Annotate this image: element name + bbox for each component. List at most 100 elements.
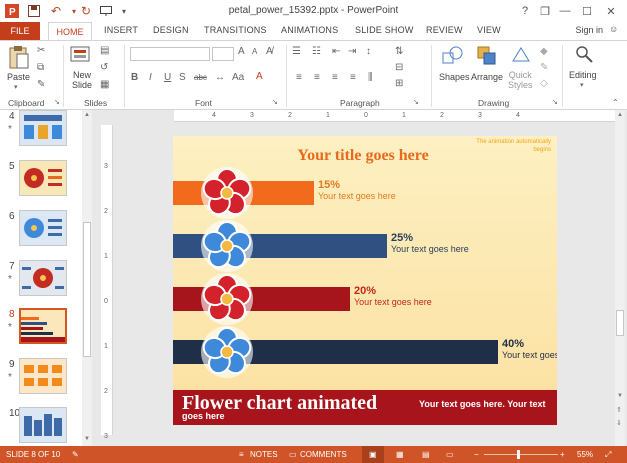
zoom-out-button[interactable]: − <box>474 450 479 459</box>
scroll-down-icon[interactable]: ▼ <box>617 393 623 399</box>
fit-slide-icon[interactable]: ⤢ <box>605 450 611 460</box>
tab-insert[interactable]: INSERT <box>104 25 138 35</box>
bold-button[interactable]: B <box>131 72 138 83</box>
chart-description[interactable]: Your text goes here <box>391 244 471 254</box>
zoom-level[interactable]: 55% <box>577 450 593 459</box>
help-button[interactable]: ? <box>516 3 534 19</box>
chart-percentage[interactable]: 40% <box>502 338 524 350</box>
italic-button[interactable]: I <box>149 72 152 83</box>
scroll-up-icon[interactable]: ▲ <box>84 112 90 118</box>
decrease-indent-icon[interactable]: ⇤ <box>332 46 340 57</box>
clear-formatting-icon[interactable]: A̸ <box>266 46 273 57</box>
tab-file[interactable]: FILE <box>0 22 40 41</box>
numbering-icon[interactable]: ☷ <box>312 46 321 57</box>
font-size-box[interactable] <box>212 47 234 61</box>
chart-description[interactable]: Your text goes here <box>318 191 398 201</box>
strikethrough-button[interactable]: abc <box>194 73 207 82</box>
smartart-icon[interactable]: ⊞ <box>395 78 403 89</box>
align-text-icon[interactable]: ⊟ <box>395 62 403 73</box>
thumbnail-slide-4[interactable]: 4 * <box>0 110 80 156</box>
tab-home[interactable]: HOME <box>48 22 92 42</box>
maximize-button[interactable]: ☐ <box>578 3 596 19</box>
chart-percentage[interactable]: 25% <box>391 232 413 244</box>
scroll-down-icon[interactable]: ▼ <box>84 436 90 442</box>
align-left-icon[interactable]: ≡ <box>296 72 302 83</box>
paragraph-launcher-icon[interactable]: ↘ <box>413 98 419 106</box>
clipboard-launcher-icon[interactable]: ↘ <box>54 98 60 106</box>
tab-review[interactable]: REVIEW <box>426 25 463 35</box>
font-color-icon[interactable]: A <box>256 71 263 82</box>
justify-icon[interactable]: ≡ <box>350 72 356 83</box>
paste-dropdown-icon[interactable]: ▾ <box>14 83 18 91</box>
tab-view[interactable]: VIEW <box>477 25 501 35</box>
reset-icon[interactable]: ↺ <box>100 62 108 73</box>
flower-icon[interactable] <box>199 324 255 380</box>
shapes-button[interactable]: Shapes <box>439 72 470 82</box>
zoom-slider[interactable] <box>484 454 558 455</box>
align-right-icon[interactable]: ≡ <box>332 72 338 83</box>
section-icon[interactable]: ▦ <box>100 79 109 90</box>
thumbnail-scrollbar-thumb[interactable] <box>83 222 91 357</box>
slide-title[interactable]: Your title goes here <box>293 146 433 166</box>
scroll-up-icon[interactable]: ▲ <box>617 112 623 118</box>
underline-button[interactable]: U <box>164 72 171 83</box>
shape-effects-icon[interactable]: ◇ <box>540 78 548 89</box>
change-case-icon[interactable]: Aa <box>232 72 244 83</box>
character-spacing-icon[interactable]: ↔ <box>215 72 225 83</box>
thumbnail-scrollbar[interactable]: ▲ ▼ <box>82 110 92 446</box>
slide-scrollbar[interactable]: ▲ ▼ ⇑ ⇓ <box>615 110 625 446</box>
paste-icon[interactable] <box>8 45 30 74</box>
next-slide-icon[interactable]: ⇓ <box>616 419 622 427</box>
chart-percentage[interactable]: 20% <box>354 285 376 297</box>
font-name-box[interactable] <box>130 47 210 61</box>
cut-icon[interactable]: ✂ <box>37 45 45 56</box>
new-slide-icon[interactable] <box>70 45 92 68</box>
tab-transitions[interactable]: TRANSITIONS <box>204 25 267 35</box>
zoom-in-button[interactable]: + <box>560 450 565 459</box>
layout-icon[interactable]: ▤ <box>100 45 109 56</box>
reading-view-icon[interactable]: ▤ <box>422 450 430 459</box>
zoom-slider-thumb[interactable] <box>517 450 520 459</box>
close-button[interactable]: ✕ <box>602 3 620 19</box>
shape-outline-icon[interactable]: ✎ <box>540 62 548 73</box>
format-painter-icon[interactable]: ✎ <box>37 79 45 90</box>
shapes-icon[interactable] <box>442 45 464 70</box>
notes-button[interactable]: NOTES <box>250 450 278 459</box>
shadow-button[interactable]: S <box>179 72 186 83</box>
font-launcher-icon[interactable]: ↘ <box>272 98 278 106</box>
flower-icon[interactable] <box>199 218 255 274</box>
thumbnail-slide-5[interactable]: 5 <box>0 160 80 206</box>
slide-show-icon[interactable]: ▭ <box>446 450 454 459</box>
previous-slide-icon[interactable]: ⇑ <box>616 406 622 414</box>
flower-icon[interactable] <box>199 165 255 221</box>
editing-dropdown-icon[interactable]: ▾ <box>580 81 584 89</box>
thumbnail-slide-7[interactable]: 7 * <box>0 260 80 306</box>
slide-scrollbar-thumb[interactable] <box>616 310 624 336</box>
arrange-icon[interactable] <box>476 45 498 70</box>
thumbnail-slide-9[interactable]: 9 * <box>0 358 80 404</box>
quick-styles-icon[interactable] <box>510 45 532 70</box>
ribbon-display-button[interactable]: ❐ <box>536 3 554 19</box>
editing-icon[interactable] <box>575 45 595 68</box>
tab-slide-show[interactable]: SLIDE SHOW <box>355 25 414 35</box>
new-slide-button[interactable]: New Slide <box>72 70 92 90</box>
arrange-button[interactable]: Arrange <box>471 72 503 82</box>
slide-8[interactable]: The animation automatically begins Your … <box>173 136 557 425</box>
line-spacing-icon[interactable]: ↕ <box>366 46 371 57</box>
chart-description[interactable]: Your text goes here <box>502 350 557 360</box>
copy-icon[interactable]: ⧉ <box>37 62 44 73</box>
user-icon[interactable]: ☺ <box>609 24 618 34</box>
collapse-ribbon-icon[interactable]: ⌃ <box>612 98 619 107</box>
chart-description[interactable]: Your text goes here <box>354 297 434 307</box>
minimize-button[interactable]: — <box>556 3 574 19</box>
spelling-icon[interactable]: ✎ <box>72 450 79 459</box>
shrink-font-icon[interactable]: A <box>252 47 257 56</box>
tab-design[interactable]: DESIGN <box>153 25 189 35</box>
columns-icon[interactable]: ⫼ <box>368 72 373 83</box>
flower-icon[interactable] <box>199 271 255 327</box>
thumbnail-slide-8[interactable]: 8 * <box>0 308 80 354</box>
quick-styles-button[interactable]: Quick Styles <box>508 70 533 90</box>
grow-font-icon[interactable]: A <box>238 46 245 57</box>
text-direction-icon[interactable]: ⇅ <box>395 46 403 57</box>
slide-heading[interactable]: Flower chart animated <box>182 392 377 415</box>
